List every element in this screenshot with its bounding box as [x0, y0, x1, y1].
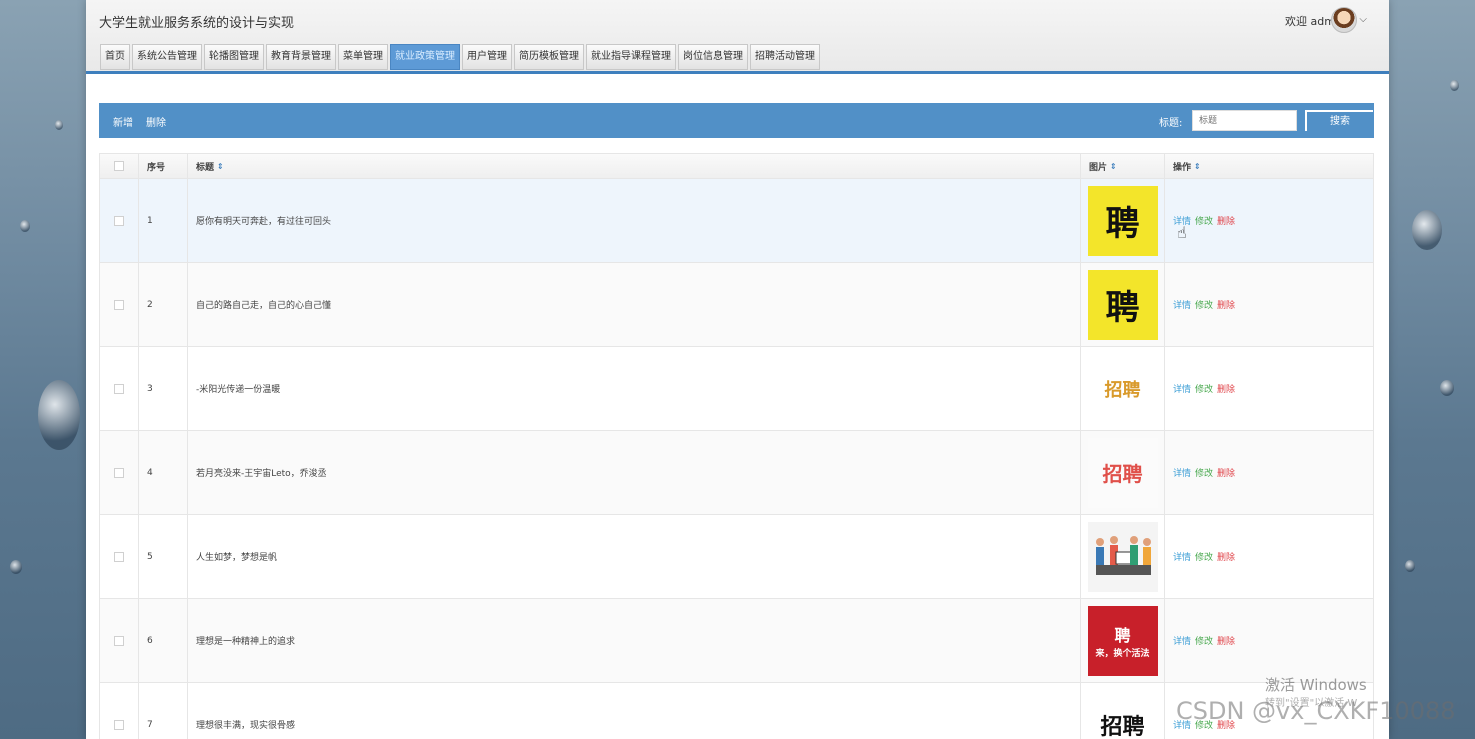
tab-users[interactable]: 用户管理	[462, 44, 512, 70]
column-header-actions[interactable]: 操作 ⇕	[1165, 154, 1373, 178]
raindrop	[55, 120, 63, 130]
column-header-image[interactable]: 图片 ⇕	[1081, 154, 1165, 178]
row-checkbox[interactable]	[114, 299, 124, 310]
row-title: 人生如梦，梦想是帆	[188, 515, 1081, 598]
tab-menu[interactable]: 菜单管理	[338, 44, 388, 70]
detail-link[interactable]: 详情	[1173, 550, 1191, 563]
tab-notice[interactable]: 系统公告管理	[132, 44, 202, 70]
row-title: -米阳光传递一份温暖	[188, 347, 1081, 430]
detail-link[interactable]: 详情	[1173, 382, 1191, 395]
edit-link[interactable]: 修改	[1195, 634, 1213, 647]
raindrop	[1412, 210, 1442, 250]
row-checkbox[interactable]	[114, 467, 124, 478]
row-thumbnail: 招聘	[1087, 437, 1158, 508]
avatar[interactable]	[1331, 7, 1357, 33]
row-thumbnail: 聘 来，换个活法	[1087, 605, 1158, 676]
column-header-title[interactable]: 标题 ⇕	[188, 154, 1081, 178]
row-checkbox[interactable]	[114, 719, 124, 730]
table-row[interactable]: 2 自己的路自己走，自己的心自己懂 聘 详情 修改 删除	[100, 263, 1373, 347]
app-window: 大学生就业服务系统的设计与实现 欢迎 admin ⌵ 首页 系统公告管理 轮播图…	[86, 0, 1389, 739]
tab-carousel[interactable]: 轮播图管理	[204, 44, 264, 70]
thumbnail-text-top: 聘	[1114, 626, 1131, 645]
delete-link[interactable]: 删除	[1217, 550, 1235, 563]
delete-link[interactable]: 删除	[1217, 466, 1235, 479]
delete-link[interactable]: 删除	[1217, 634, 1235, 647]
top-bar: 大学生就业服务系统的设计与实现 欢迎 admin ⌵ 首页 系统公告管理 轮播图…	[86, 0, 1389, 74]
row-no: 3	[139, 347, 188, 430]
tab-education[interactable]: 教育背景管理	[266, 44, 336, 70]
detail-link[interactable]: 详情	[1173, 634, 1191, 647]
delete-link[interactable]: 删除	[1217, 214, 1235, 227]
sort-icon[interactable]: ⇕	[1194, 162, 1201, 171]
edit-link[interactable]: 修改	[1195, 466, 1213, 479]
row-title: 自己的路自己走，自己的心自己懂	[188, 263, 1081, 346]
delete-button[interactable]: 删除	[146, 114, 166, 129]
row-no: 7	[139, 683, 188, 739]
add-button[interactable]: 新增	[113, 114, 133, 129]
system-title: 大学生就业服务系统的设计与实现	[99, 16, 295, 31]
raindrop	[1405, 560, 1415, 572]
row-thumbnail: 聘	[1087, 185, 1158, 256]
search-button[interactable]: 搜索	[1305, 110, 1373, 131]
content-area: 新增 删除 标题: 搜索 序号 标题⇕ 图片⇕ 操作⇕ 1 愿你有明天可奔赴，有…	[99, 103, 1374, 739]
row-thumbnail: 招聘	[1087, 689, 1158, 739]
row-title: 若月亮没来-王宇宙Leto，乔浚丞	[188, 431, 1081, 514]
chevron-down-icon[interactable]: ⌵	[1359, 14, 1367, 25]
people-illustration-icon	[1095, 535, 1151, 575]
select-all-checkbox[interactable]	[114, 161, 124, 171]
edit-link[interactable]: 修改	[1195, 214, 1213, 227]
edit-link[interactable]: 修改	[1195, 382, 1213, 395]
tab-resume-template[interactable]: 简历模板管理	[514, 44, 584, 70]
edit-link[interactable]: 修改	[1195, 298, 1213, 311]
edit-link[interactable]: 修改	[1195, 550, 1213, 563]
column-header-no: 序号	[139, 154, 188, 178]
row-thumbnail: 聘	[1087, 269, 1158, 340]
table-row[interactable]: 5 人生如梦，梦想是帆 详情 修改 删除	[100, 515, 1373, 599]
tab-recruitment[interactable]: 招聘活动管理	[750, 44, 820, 70]
header-checkbox-cell	[100, 154, 139, 178]
row-title: 理想很丰满，现实很骨感	[188, 683, 1081, 739]
row-title: 理想是一种精神上的追求	[188, 599, 1081, 682]
windows-activation-watermark: 激活 Windows	[1265, 676, 1367, 694]
row-no: 4	[139, 431, 188, 514]
row-no: 2	[139, 263, 188, 346]
raindrop	[1450, 80, 1459, 91]
tab-home[interactable]: 首页	[100, 44, 130, 70]
row-checkbox[interactable]	[114, 383, 124, 394]
thumbnail-text-bottom: 来，换个活法	[1095, 649, 1150, 659]
detail-link[interactable]: 详情	[1173, 466, 1191, 479]
table-row[interactable]: 3 -米阳光传递一份温暖 招聘 详情 修改 删除	[100, 347, 1373, 431]
delete-link[interactable]: 删除	[1217, 298, 1235, 311]
tab-job-info[interactable]: 岗位信息管理	[678, 44, 748, 70]
nav-tabs: 首页 系统公告管理 轮播图管理 教育背景管理 菜单管理 就业政策管理 用户管理 …	[100, 44, 822, 70]
tab-guidance-course[interactable]: 就业指导课程管理	[586, 44, 676, 70]
hand-cursor-icon: ☝	[1177, 223, 1187, 242]
table-row[interactable]: 1 愿你有明天可奔赴，有过往可回头 聘 详情 修改 删除	[100, 179, 1373, 263]
detail-link[interactable]: 详情	[1173, 298, 1191, 311]
row-thumbnail: 招聘	[1087, 353, 1158, 424]
raindrop	[20, 220, 30, 232]
row-no: 5	[139, 515, 188, 598]
row-checkbox[interactable]	[114, 551, 124, 562]
row-no: 1	[139, 179, 188, 262]
sort-icon[interactable]: ⇕	[1110, 162, 1117, 171]
sort-icon[interactable]: ⇕	[217, 162, 224, 171]
row-thumbnail	[1087, 521, 1158, 592]
raindrop	[38, 380, 80, 450]
tab-employment-policy[interactable]: 就业政策管理	[390, 44, 460, 70]
toolbar: 新增 删除 标题: 搜索	[99, 103, 1374, 138]
raindrop	[1440, 380, 1454, 396]
raindrop	[10, 560, 22, 574]
search-label: 标题:	[1159, 118, 1183, 129]
delete-link[interactable]: 删除	[1217, 382, 1235, 395]
row-title: 愿你有明天可奔赴，有过往可回头	[188, 179, 1081, 262]
table-row[interactable]: 4 若月亮没来-王宇宙Leto，乔浚丞 招聘 详情 修改 删除	[100, 431, 1373, 515]
row-checkbox[interactable]	[114, 215, 124, 226]
row-no: 6	[139, 599, 188, 682]
csdn-watermark: CSDN @vx_CXKF10088	[1176, 697, 1456, 725]
row-checkbox[interactable]	[114, 635, 124, 646]
table-header: 序号 标题 ⇕ 图片 ⇕ 操作 ⇕	[100, 154, 1373, 179]
search-input[interactable]	[1192, 110, 1297, 131]
table-row[interactable]: 6 理想是一种精神上的追求 聘 来，换个活法 详情 修改 删除	[100, 599, 1373, 683]
